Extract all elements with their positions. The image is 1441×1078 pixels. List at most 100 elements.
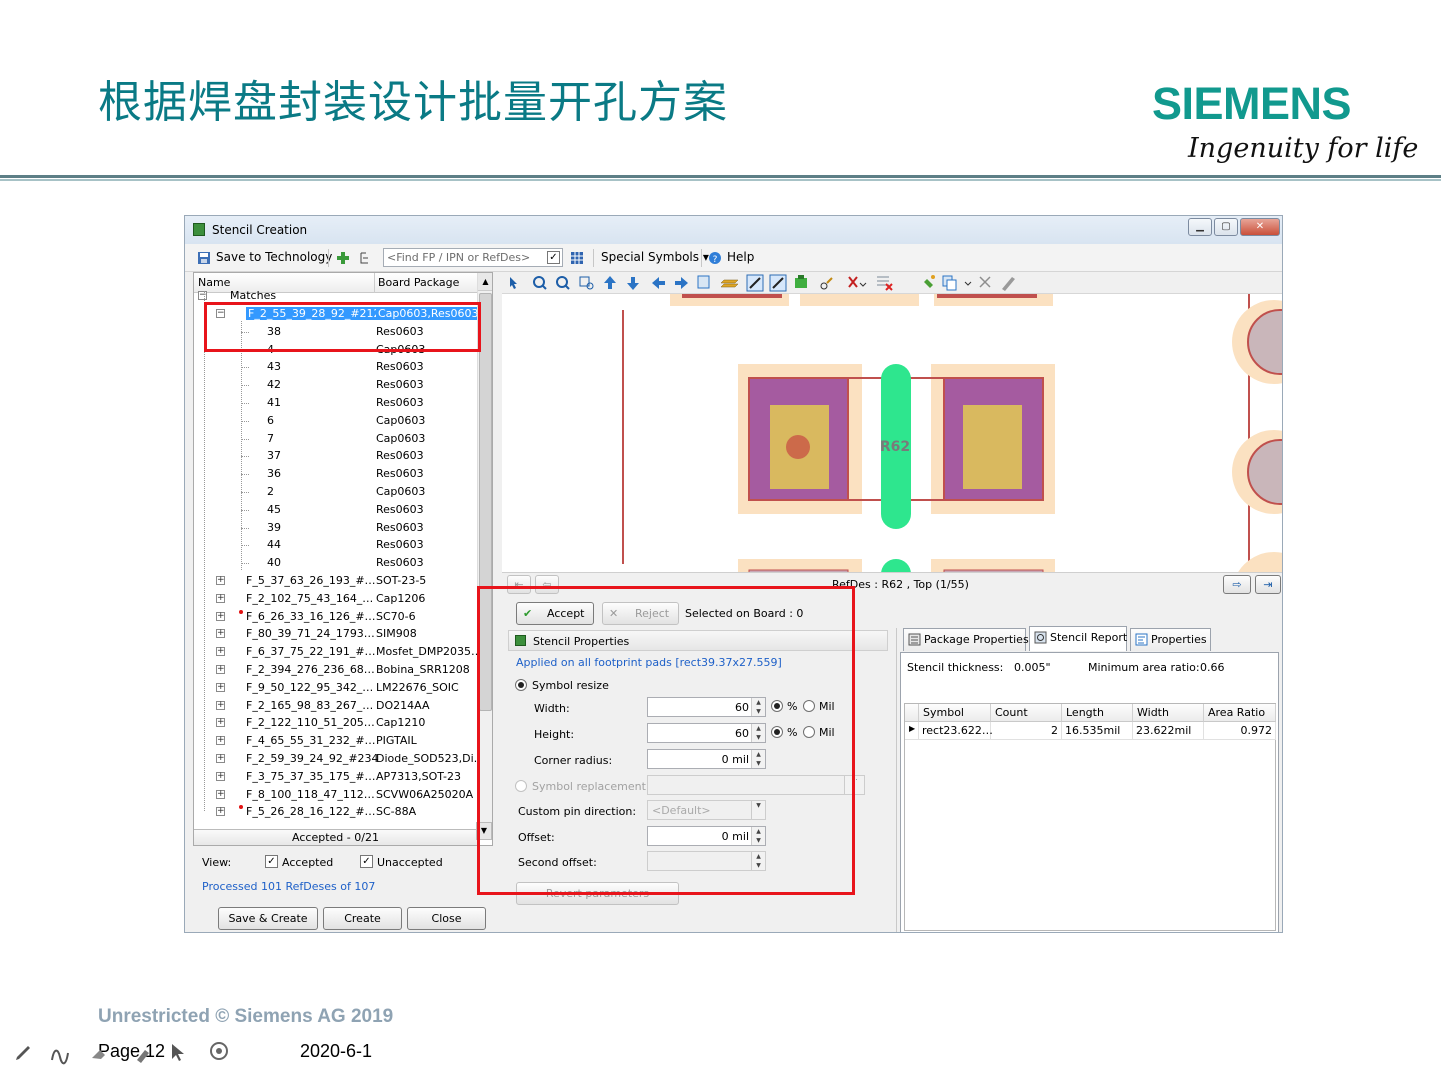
height-spinner[interactable]: ▲ ▼ (751, 724, 765, 742)
table-cell-width[interactable]: 23.622mil (1133, 722, 1204, 740)
tree-child-row[interactable]: 42 Res0603 (194, 376, 477, 394)
help-icon[interactable]: ? (708, 251, 722, 265)
expand-icon[interactable]: + (216, 611, 225, 621)
scroll-down-button[interactable]: ▼ (476, 822, 492, 840)
tree-group-row[interactable]: + F_3_75_37_35_175_#… AP7313,SOT-23 (194, 768, 477, 786)
symbol-replacement-radio[interactable] (515, 780, 527, 792)
tree-group-row[interactable]: + F_80_39_71_24_1793… SIM908 (194, 625, 477, 643)
tree-child-row[interactable]: 37 Res0603 (194, 447, 477, 465)
unaccepted-checkbox[interactable]: ✓ (360, 855, 373, 868)
tree-group-row[interactable]: + F_8_100_118_47_112… SCVW06A25020A (194, 786, 477, 804)
height-input[interactable]: 60 ▲ ▼ (647, 723, 766, 743)
browse-symbol-button[interactable]: ··· (844, 776, 864, 794)
tree-child-row[interactable]: 38 Res0603 (194, 323, 477, 341)
tree-child-row[interactable]: 40 Res0603 (194, 554, 477, 572)
collapse-icon[interactable]: − (198, 291, 207, 300)
minimize-button[interactable]: ▁ (1188, 218, 1212, 236)
tree-group-row[interactable]: + F_2_165_98_83_267_… DO214AA (194, 697, 477, 715)
expand-icon[interactable]: + (216, 665, 225, 674)
tree-group-row[interactable]: + F_5_37_63_26_193_#… SOT-23-5 (194, 572, 477, 590)
tree-scrollbar[interactable]: ▲ (477, 273, 492, 829)
second-offset-spinner[interactable]: ▲ ▼ (751, 852, 765, 870)
last-refdes-button[interactable]: ⇥ (1255, 575, 1281, 594)
tree-group-row[interactable]: + F_2_59_39_24_92_#234 Diode_SOD523,Di… (194, 750, 485, 768)
maximize-button[interactable]: ▢ (1214, 218, 1238, 236)
tab-stencil-report[interactable]: Stencil Report (1029, 626, 1127, 651)
offset-input[interactable]: 0 mil ▲ ▼ (647, 826, 766, 846)
tree-child-row[interactable]: 43 Res0603 (194, 358, 477, 376)
close-window-button[interactable]: ✕ (1240, 218, 1280, 236)
symbol-replacement-input[interactable]: ··· (647, 775, 865, 795)
canvas-tool-icons[interactable] (502, 272, 1042, 294)
reject-button[interactable]: ✕ Reject (602, 602, 679, 625)
table-cell-count[interactable]: 2 (991, 722, 1062, 740)
pointer-icon[interactable] (172, 1044, 184, 1061)
symbol-resize-radio[interactable] (515, 679, 527, 691)
expand-icon[interactable]: + (216, 771, 225, 781)
expand-icon[interactable]: + (216, 807, 225, 817)
accept-button[interactable]: ✔ Accept (516, 602, 594, 625)
tree-view-icon[interactable] (359, 251, 373, 265)
tree-group-row[interactable]: + F_2_122_110_51_205… Cap1210 (194, 714, 477, 732)
close-button[interactable]: Close (407, 907, 486, 930)
custom-pin-direction-select[interactable]: <Default> ▼ (647, 800, 766, 820)
tree-child-row[interactable]: 44 Res0603 (194, 536, 477, 554)
save-create-button[interactable]: Save & Create (218, 907, 318, 930)
row-selector[interactable]: ▶ (905, 722, 919, 740)
width-spinner[interactable]: ▲ ▼ (751, 698, 765, 716)
tree-child-row[interactable]: 45 Res0603 (194, 501, 477, 519)
board-canvas[interactable]: R62 (502, 272, 1283, 574)
column-symbol[interactable]: Symbol (919, 704, 991, 722)
create-button[interactable]: Create (323, 907, 402, 930)
revert-parameters-button[interactable]: Revert parameters (516, 882, 679, 905)
height-percent-radio[interactable] (771, 726, 783, 738)
table-cell-symbol[interactable]: rect23.622… (919, 722, 993, 740)
corner-radius-spinner[interactable]: ▲ ▼ (751, 750, 765, 768)
tree-group-row[interactable]: + F_2_394_276_236_68… Bobina_SRR1208 (194, 661, 477, 679)
save-to-technology-button[interactable]: Save to Technology (216, 250, 332, 264)
accepted-checkbox[interactable]: ✓ (265, 855, 278, 868)
tree-group-row[interactable]: + F_6_37_75_22_191_#… Mosfet_DMP2035… (194, 643, 482, 661)
width-mil-radio[interactable] (803, 700, 815, 712)
panel-splitter[interactable] (896, 628, 897, 932)
tree-child-row[interactable]: 41 Res0603 (194, 394, 477, 412)
target-icon[interactable] (210, 1042, 228, 1060)
expand-icon[interactable]: + (216, 576, 225, 585)
second-offset-input[interactable]: ▲ ▼ (647, 851, 766, 871)
tree-group-row[interactable]: + F_6_26_33_16_126_#… SC70-6 (194, 608, 477, 626)
expand-icon[interactable]: + (216, 789, 225, 799)
expand-icon[interactable]: + (216, 718, 225, 728)
column-width[interactable]: Width (1133, 704, 1204, 722)
column-count[interactable]: Count (991, 704, 1062, 722)
width-percent-radio[interactable] (771, 700, 783, 712)
scroll-up-button[interactable]: ▲ (478, 273, 492, 291)
tree-group-selected[interactable]: − F_2_55_39_28_92_#212 Cap0603,Res0603 (194, 305, 481, 323)
offset-spinner[interactable]: ▲ ▼ (751, 827, 765, 845)
tree-child-row[interactable]: 2 Cap0603 (194, 483, 477, 501)
tree-group-row[interactable]: + F_2_102_75_43_164_… Cap1206 (194, 590, 477, 608)
expand-icon[interactable]: + (216, 754, 225, 763)
tree-group-row[interactable]: + F_5_26_28_16_122_#… SC-88A (194, 803, 477, 821)
board-view[interactable]: R62 (502, 294, 1283, 574)
corner-radius-input[interactable]: 0 mil ▲ ▼ (647, 749, 766, 769)
column-length[interactable]: Length (1062, 704, 1133, 722)
prev-refdes-button[interactable]: ⇦ (535, 575, 559, 594)
expand-icon[interactable]: + (216, 629, 225, 639)
expand-icon[interactable]: + (216, 647, 225, 657)
tree-child-row[interactable]: 4 Cap0603 (194, 341, 477, 359)
collapse-icon[interactable]: − (216, 309, 225, 318)
height-mil-radio[interactable] (803, 726, 815, 738)
table-cell-length[interactable]: 16.535mil (1062, 722, 1133, 740)
find-dropdown-check[interactable]: ✓ (547, 251, 560, 264)
tree-child-row[interactable]: 39 Res0603 (194, 519, 477, 537)
scroll-thumb[interactable] (479, 293, 492, 711)
tree-child-row[interactable]: 7 Cap0603 (194, 430, 477, 448)
tab-package-properties[interactable]: Package Properties (903, 628, 1029, 651)
tree-child-row[interactable]: 6 Cap0603 (194, 412, 477, 430)
eraser-icon[interactable] (92, 1050, 105, 1059)
table-cell-area-ratio[interactable]: 0.972 (1204, 722, 1276, 740)
column-area-ratio[interactable]: Area Ratio (1204, 704, 1276, 722)
expand-icon[interactable]: + (216, 700, 225, 710)
find-input[interactable]: <Find FP / IPN or RefDes> (383, 248, 563, 267)
help-button[interactable]: Help (727, 250, 754, 264)
